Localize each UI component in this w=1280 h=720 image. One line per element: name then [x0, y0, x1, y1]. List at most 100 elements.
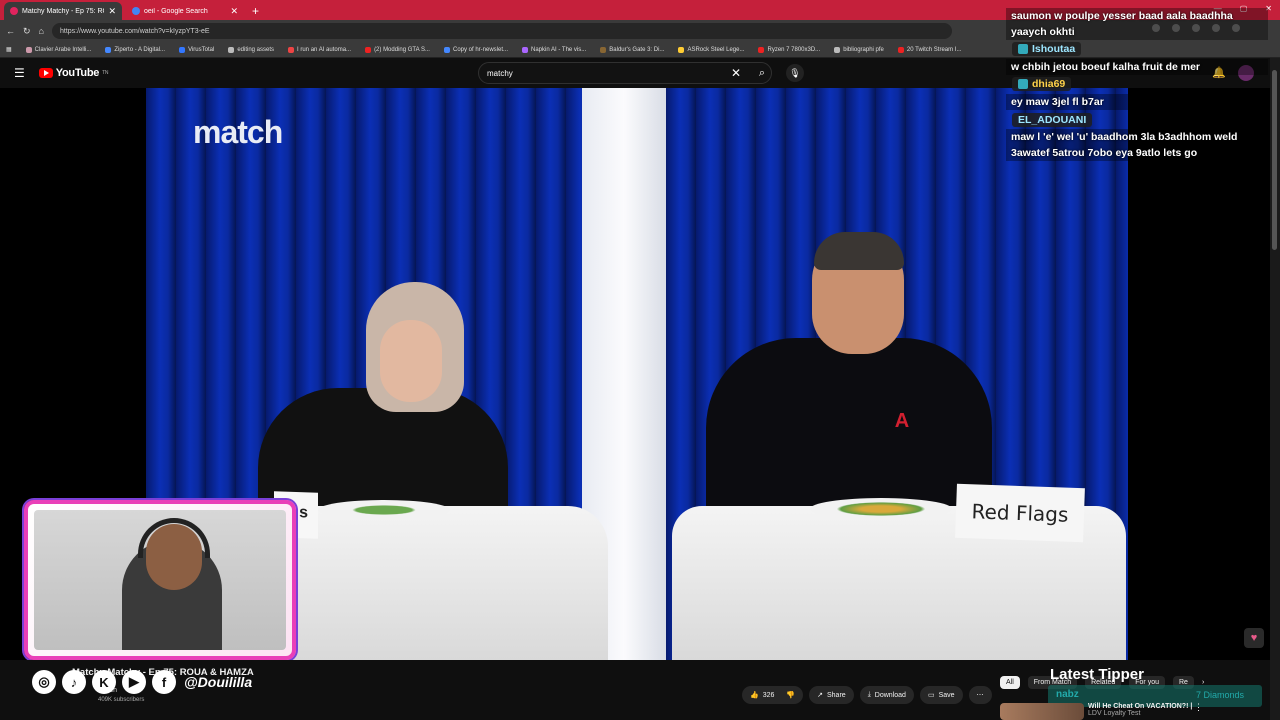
username-text: Ishoutaa	[1032, 43, 1076, 55]
headphones	[138, 518, 210, 558]
like-button[interactable]: 👍 326 👎	[742, 686, 804, 704]
back-icon[interactable]: ←	[6, 26, 15, 36]
hamburger-menu-icon[interactable]: ☰	[14, 66, 25, 80]
reload-icon[interactable]: ↻	[23, 26, 31, 37]
streamer-handle: @Douililla	[184, 674, 253, 690]
table-sign-right: Red Flags	[955, 483, 1085, 543]
bookmark[interactable]: Napkin AI - The vis...	[522, 46, 587, 53]
bookmark[interactable]: (2) Modding GTA S...	[365, 46, 430, 53]
bookmark[interactable]: Clavier Arabe Intelli...	[25, 46, 92, 53]
bookmark-label: I run an AI automa...	[297, 46, 352, 53]
bookmark[interactable]: 20 Twitch Stream I...	[897, 46, 961, 53]
chat-message: yaaych okhti	[1006, 24, 1268, 40]
new-tab-icon[interactable]: +	[252, 2, 259, 20]
share-icon: ↗	[817, 692, 823, 699]
bookmark-label: ASRock Steel Lege...	[687, 46, 745, 53]
bookmark-label: Napkin AI - The vis...	[531, 46, 587, 53]
bookmark[interactable]: I run an AI automa...	[288, 46, 352, 53]
home-icon[interactable]: ⌂	[39, 26, 44, 36]
plate-right	[810, 498, 952, 520]
contestant-right-body	[706, 338, 992, 518]
bookmark[interactable]: VirusTotal	[179, 46, 214, 53]
contestant-left-face	[380, 320, 442, 402]
bookmark-label: Copy of hr-newslet...	[452, 46, 509, 53]
bookmark-label: editing assets	[237, 46, 275, 53]
bookmark-label: Ziperto - A Digital...	[114, 46, 166, 53]
search-input[interactable]: matchy ✕ ⌕	[478, 62, 772, 84]
match-show-logo: match	[193, 114, 283, 150]
save-button[interactable]: ▭ Save	[919, 686, 963, 704]
chat-username: Ishoutaa	[1012, 42, 1082, 56]
tiktok-icon: ♪	[62, 670, 86, 694]
chat-username: dhia69	[1012, 77, 1072, 91]
google-favicon-icon	[132, 7, 140, 15]
bookmark[interactable]: Ryzen 7 7800x3D...	[758, 46, 821, 53]
stream-chat-overlay: saumon w poulpe yesser baad aala baadhha…	[1006, 8, 1268, 161]
clear-search-icon[interactable]: ✕	[731, 66, 741, 80]
bookmark[interactable]: ASRock Steel Lege...	[678, 46, 745, 53]
bookmark-label: (2) Modding GTA S...	[374, 46, 430, 53]
more-options-icon[interactable]: ⋮	[1194, 702, 1203, 713]
streamer-webcam	[24, 500, 296, 660]
bookmark[interactable]: Ziperto - A Digital...	[105, 46, 166, 53]
url-field[interactable]: https://www.youtube.com/watch?v=kIyzpYT3…	[51, 23, 952, 39]
bookmark-label: Ryzen 7 7800x3D...	[767, 46, 821, 53]
chat-message: ey maw 3jel fl b7ar	[1006, 94, 1268, 110]
bookmark[interactable]: Baldur's Gate 3: Di...	[600, 46, 665, 53]
webcam-feed	[34, 510, 286, 650]
chat-message: 3awatef 5atrou 7obo eya 9atlo lets go	[1006, 145, 1268, 161]
microphone-icon[interactable]: 🎙	[786, 64, 804, 82]
username-text: dhia69	[1032, 78, 1066, 90]
search-icon[interactable]: ⌕	[759, 67, 765, 80]
sign-right-text: Red Flags	[971, 499, 1069, 527]
bookmark[interactable]: Copy of hr-newslet...	[443, 46, 509, 53]
tab-google-search[interactable]: oeil - Google Search ✕	[126, 2, 244, 20]
video-actions: 👍 326 👎 ↗ Share ⤓ Download ▭ Save ⋯	[742, 686, 992, 704]
rec-title-line: Will He Cheat On VACATION?! |	[1088, 703, 1193, 710]
download-icon: ⤓	[867, 691, 871, 698]
tab-title: Matchy Matchy - Ep 75: ROUA & HA	[22, 7, 104, 15]
username-text: EL_ADOUANI	[1018, 114, 1087, 126]
bookmark-label: Clavier Arabe Intelli...	[34, 46, 92, 53]
search-query: matchy	[487, 68, 513, 78]
country-code: TN	[102, 70, 109, 76]
youtube-logo[interactable]: YouTube TN	[38, 67, 109, 79]
youtube-favicon-icon	[10, 7, 18, 15]
scrollbar-thumb[interactable]	[1272, 70, 1277, 250]
chat-message: maw l 'e' wel 'u' baadhom 3la b3adhhom w…	[1006, 129, 1268, 145]
apps-icon[interactable]: ▦	[6, 46, 12, 53]
tab-matchy[interactable]: Matchy Matchy - Ep 75: ROUA & HA ✕	[4, 2, 122, 20]
thumbs-up-icon: 👍	[750, 692, 759, 699]
url-text: https://www.youtube.com/watch?v=kIyzpYT3…	[59, 27, 210, 35]
tab-title: oeil - Google Search	[144, 7, 208, 15]
recommended-video-title[interactable]: Will He Cheat On VACATION?! | LDV Loyalt…	[1088, 703, 1192, 717]
chat-badge-icon	[1018, 44, 1028, 54]
subscriber-count: 409K subscribers	[98, 697, 145, 703]
download-label: Download	[874, 691, 906, 699]
close-tab-icon[interactable]: ✕	[230, 6, 238, 16]
close-tab-icon[interactable]: ✕	[108, 6, 116, 16]
youtube-icon: ▶	[122, 670, 146, 694]
bookmark[interactable]: bibliographi pfe	[834, 46, 884, 53]
contestant-right-hair	[814, 232, 904, 270]
bookmark-label: Baldur's Gate 3: Di...	[609, 46, 665, 53]
bookmark[interactable]: editing assets	[228, 46, 275, 53]
chip-all[interactable]: All	[1000, 676, 1020, 689]
shirt-heart-logo: A	[894, 410, 910, 432]
bookmark-icon: ▭	[927, 692, 935, 699]
share-label: Share	[827, 691, 846, 699]
chat-username: EL_ADOUANI	[1012, 113, 1093, 127]
kick-icon: K	[92, 670, 116, 694]
tipper-name: nabz	[1056, 689, 1079, 700]
chat-message: w chbih jetou boeuf kalha fruit de mer	[1006, 59, 1268, 75]
chat-badge-icon	[1018, 79, 1028, 89]
more-actions-button[interactable]: ⋯	[968, 686, 992, 704]
share-button[interactable]: ↗ Share	[809, 686, 854, 704]
instagram-icon: ◎	[32, 670, 56, 694]
sign-left-text: s	[299, 504, 308, 522]
download-button[interactable]: ⤓ Download	[859, 686, 914, 704]
thumbs-down-icon[interactable]: 👎	[786, 691, 795, 699]
stream-corner-logo-icon: ♥	[1244, 628, 1264, 648]
streamer-socials: ◎ ♪ K ▶ f @Douililla	[32, 670, 252, 694]
recommended-video-thumbnail[interactable]	[1000, 703, 1084, 720]
